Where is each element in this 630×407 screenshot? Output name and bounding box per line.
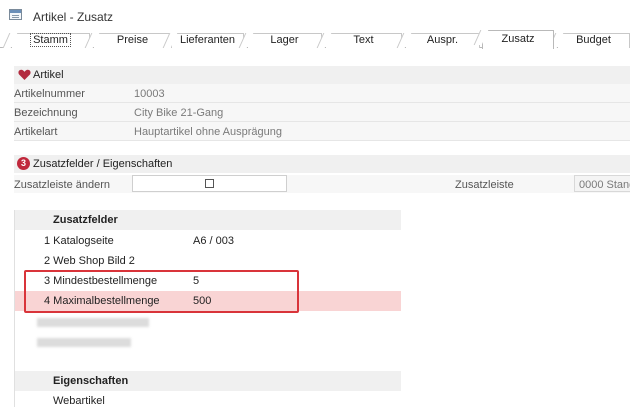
- tab-label: Zusatz: [501, 33, 535, 45]
- zusatzleiste-field[interactable]: 0000 Standard: [574, 175, 630, 192]
- heart-icon: [18, 69, 31, 80]
- tab-label: Lieferanten: [179, 34, 236, 46]
- tab-text[interactable]: Text: [316, 33, 402, 48]
- field-value[interactable]: City Bike 21-Gang: [134, 107, 223, 119]
- artikel-section-title: Artikel: [33, 69, 64, 81]
- zusatzleiste-aendern-checkbox[interactable]: [205, 179, 214, 188]
- field-artikelnummer: Artikelnummer 10003: [14, 84, 630, 103]
- eigenschaften-header: Eigenschaften: [15, 371, 401, 391]
- zusatzfeld-row[interactable]: 1 Katalogseite A6 / 003: [15, 231, 401, 251]
- field-label: Bezeichnung: [14, 107, 78, 119]
- eigenschaft-label: Webartikel: [53, 395, 105, 407]
- zusatzleiste-label: Zusatzleiste: [455, 179, 514, 191]
- window-icon: [9, 9, 22, 20]
- title-bar: Artikel - Zusatz: [0, 0, 630, 30]
- zusatzleiste-value: 0000 Standard: [579, 179, 630, 191]
- eigenschaft-row[interactable]: Webartikel: [15, 391, 401, 407]
- window-title: Artikel - Zusatz: [33, 10, 114, 24]
- blurred-row: [37, 318, 149, 327]
- tab-auspraegung[interactable]: Auspr.: [396, 33, 480, 48]
- tab-label: Preise: [116, 34, 149, 46]
- number-badge: 3: [17, 157, 30, 170]
- zusatzfeld-label: 1 Katalogseite: [44, 235, 114, 247]
- zusatzleiste-aendern-field[interactable]: [132, 175, 287, 192]
- field-label: Artikelart: [14, 126, 58, 138]
- zusatzleiste-aendern-label: Zusatzleiste ändern: [14, 179, 110, 191]
- tab-label: Stamm: [30, 33, 71, 47]
- tab-label: Lager: [270, 34, 299, 46]
- annotation-highlight-box: [24, 270, 299, 313]
- zusatzfeld-label: 2 Web Shop Bild 2: [44, 255, 135, 267]
- tab-lieferanten[interactable]: Lieferanten: [162, 33, 244, 48]
- blurred-row: [37, 338, 131, 347]
- zusatzfeld-value[interactable]: A6 / 003: [193, 235, 234, 247]
- tab-label: Text: [353, 34, 374, 46]
- zusatzfelder-header-label: Zusatzfelder: [53, 214, 118, 226]
- zusatzfelder-header: Zusatzfelder: [15, 210, 401, 230]
- artikel-section-header: Artikel: [14, 66, 630, 84]
- zusatzleiste-row: Zusatzleiste ändern Zusatzleiste 0000 St…: [14, 175, 630, 193]
- zusatzfeld-row[interactable]: 2 Web Shop Bild 2: [15, 251, 401, 271]
- tab-bar: Stamm Preise Lieferanten Lager Text Ausp…: [0, 30, 630, 49]
- tab-stamm[interactable]: Stamm: [2, 33, 90, 48]
- eigenschaften-header-label: Eigenschaften: [53, 375, 129, 387]
- tab-preise[interactable]: Preise: [84, 33, 172, 48]
- field-value[interactable]: 10003: [134, 88, 165, 100]
- field-value[interactable]: Hauptartikel ohne Ausprägung: [134, 126, 282, 138]
- tab-zusatz[interactable]: Zusatz: [473, 30, 554, 49]
- field-bezeichnung: Bezeichnung City Bike 21-Gang: [14, 103, 630, 122]
- tab-label: Auspr.: [426, 34, 459, 46]
- tab-lager[interactable]: Lager: [238, 33, 322, 48]
- field-label: Artikelnummer: [14, 88, 85, 100]
- tab-label: Budget: [576, 34, 611, 46]
- field-artikelart: Artikelart Hauptartikel ohne Ausprägung: [14, 122, 630, 141]
- zusatz-section-header: 3 Zusatzfelder / Eigenschaften: [14, 155, 630, 173]
- tab-budget[interactable]: Budget: [548, 33, 630, 48]
- zusatz-section-title: Zusatzfelder / Eigenschaften: [33, 158, 173, 170]
